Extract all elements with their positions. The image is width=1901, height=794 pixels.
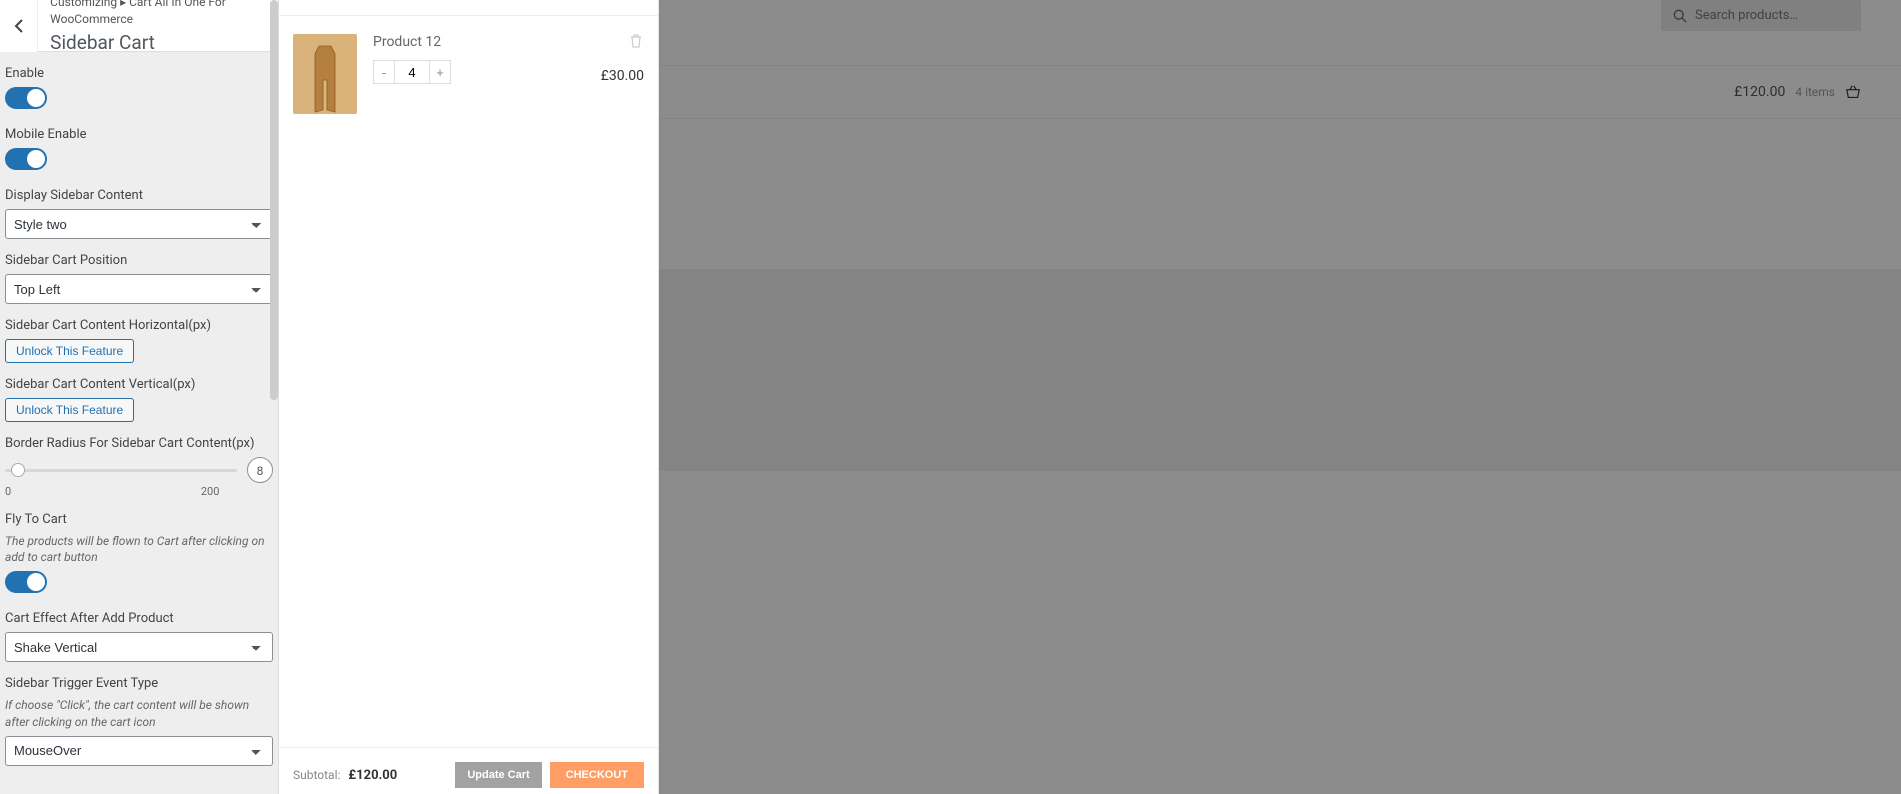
border-radius-min: 0 xyxy=(5,485,11,498)
trash-icon xyxy=(630,34,642,48)
remove-item-button[interactable] xyxy=(630,34,644,48)
qty-increment-button[interactable]: + xyxy=(429,60,451,84)
vertical-label: Sidebar Cart Content Vertical(px) xyxy=(5,377,273,392)
cart-effect-select[interactable]: Shake Vertical xyxy=(5,632,273,662)
unlock-vertical-button[interactable]: Unlock This Feature xyxy=(5,398,134,422)
customizer-scrollbar[interactable] xyxy=(270,0,278,400)
border-radius-slider[interactable] xyxy=(5,469,237,472)
customizer-header: Customizing ▸ Cart All In One For WooCom… xyxy=(0,0,278,52)
mobile-enable-label: Mobile Enable xyxy=(5,127,273,142)
trigger-select[interactable]: MouseOver xyxy=(5,736,273,766)
chevron-left-icon xyxy=(14,18,24,34)
subtotal-label: Subtotal: xyxy=(293,768,340,782)
display-content-select[interactable]: Style two xyxy=(5,209,273,239)
trigger-desc: If choose "Click", the cart content will… xyxy=(5,697,273,729)
cart-item-name[interactable]: Product 12 xyxy=(373,34,585,50)
cart-item-price: £30.00 xyxy=(601,68,644,84)
product-image[interactable] xyxy=(293,34,357,114)
border-radius-value[interactable]: 8 xyxy=(247,457,273,483)
horizontal-label: Sidebar Cart Content Horizontal(px) xyxy=(5,318,273,333)
unlock-horizontal-button[interactable]: Unlock This Feature xyxy=(5,339,134,363)
enable-toggle[interactable] xyxy=(5,87,47,109)
fly-label: Fly To Cart xyxy=(5,512,273,527)
update-cart-button[interactable]: Update Cart xyxy=(455,762,541,788)
trigger-label: Sidebar Trigger Event Type xyxy=(5,676,273,691)
customizer-panel: Customizing ▸ Cart All In One For WooCom… xyxy=(0,0,279,794)
sidebar-cart-popup: Product 12 - + £30.00 Subtotal: £120.00 xyxy=(279,0,659,794)
cart-effect-label: Cart Effect After Add Product xyxy=(5,611,273,626)
border-radius-max: 200 xyxy=(201,485,220,498)
breadcrumb: Customizing ▸ Cart All In One For WooCom… xyxy=(50,0,266,28)
fly-toggle[interactable] xyxy=(5,571,47,593)
fly-desc: The products will be flown to Cart after… xyxy=(5,533,273,565)
position-label: Sidebar Cart Position xyxy=(5,253,273,268)
mobile-enable-toggle[interactable] xyxy=(5,148,47,170)
position-select[interactable]: Top Left xyxy=(5,274,273,304)
enable-label: Enable xyxy=(5,66,273,81)
checkout-button[interactable]: CHECKOUT xyxy=(550,762,644,788)
display-content-label: Display Sidebar Content xyxy=(5,188,273,203)
back-button[interactable] xyxy=(0,0,38,52)
cart-item: Product 12 - + £30.00 xyxy=(293,34,644,114)
border-radius-label: Border Radius For Sidebar Cart Content(p… xyxy=(5,436,273,451)
qty-input[interactable] xyxy=(395,60,429,84)
qty-decrement-button[interactable]: - xyxy=(373,60,395,84)
subtotal-value: £120.00 xyxy=(348,768,397,783)
